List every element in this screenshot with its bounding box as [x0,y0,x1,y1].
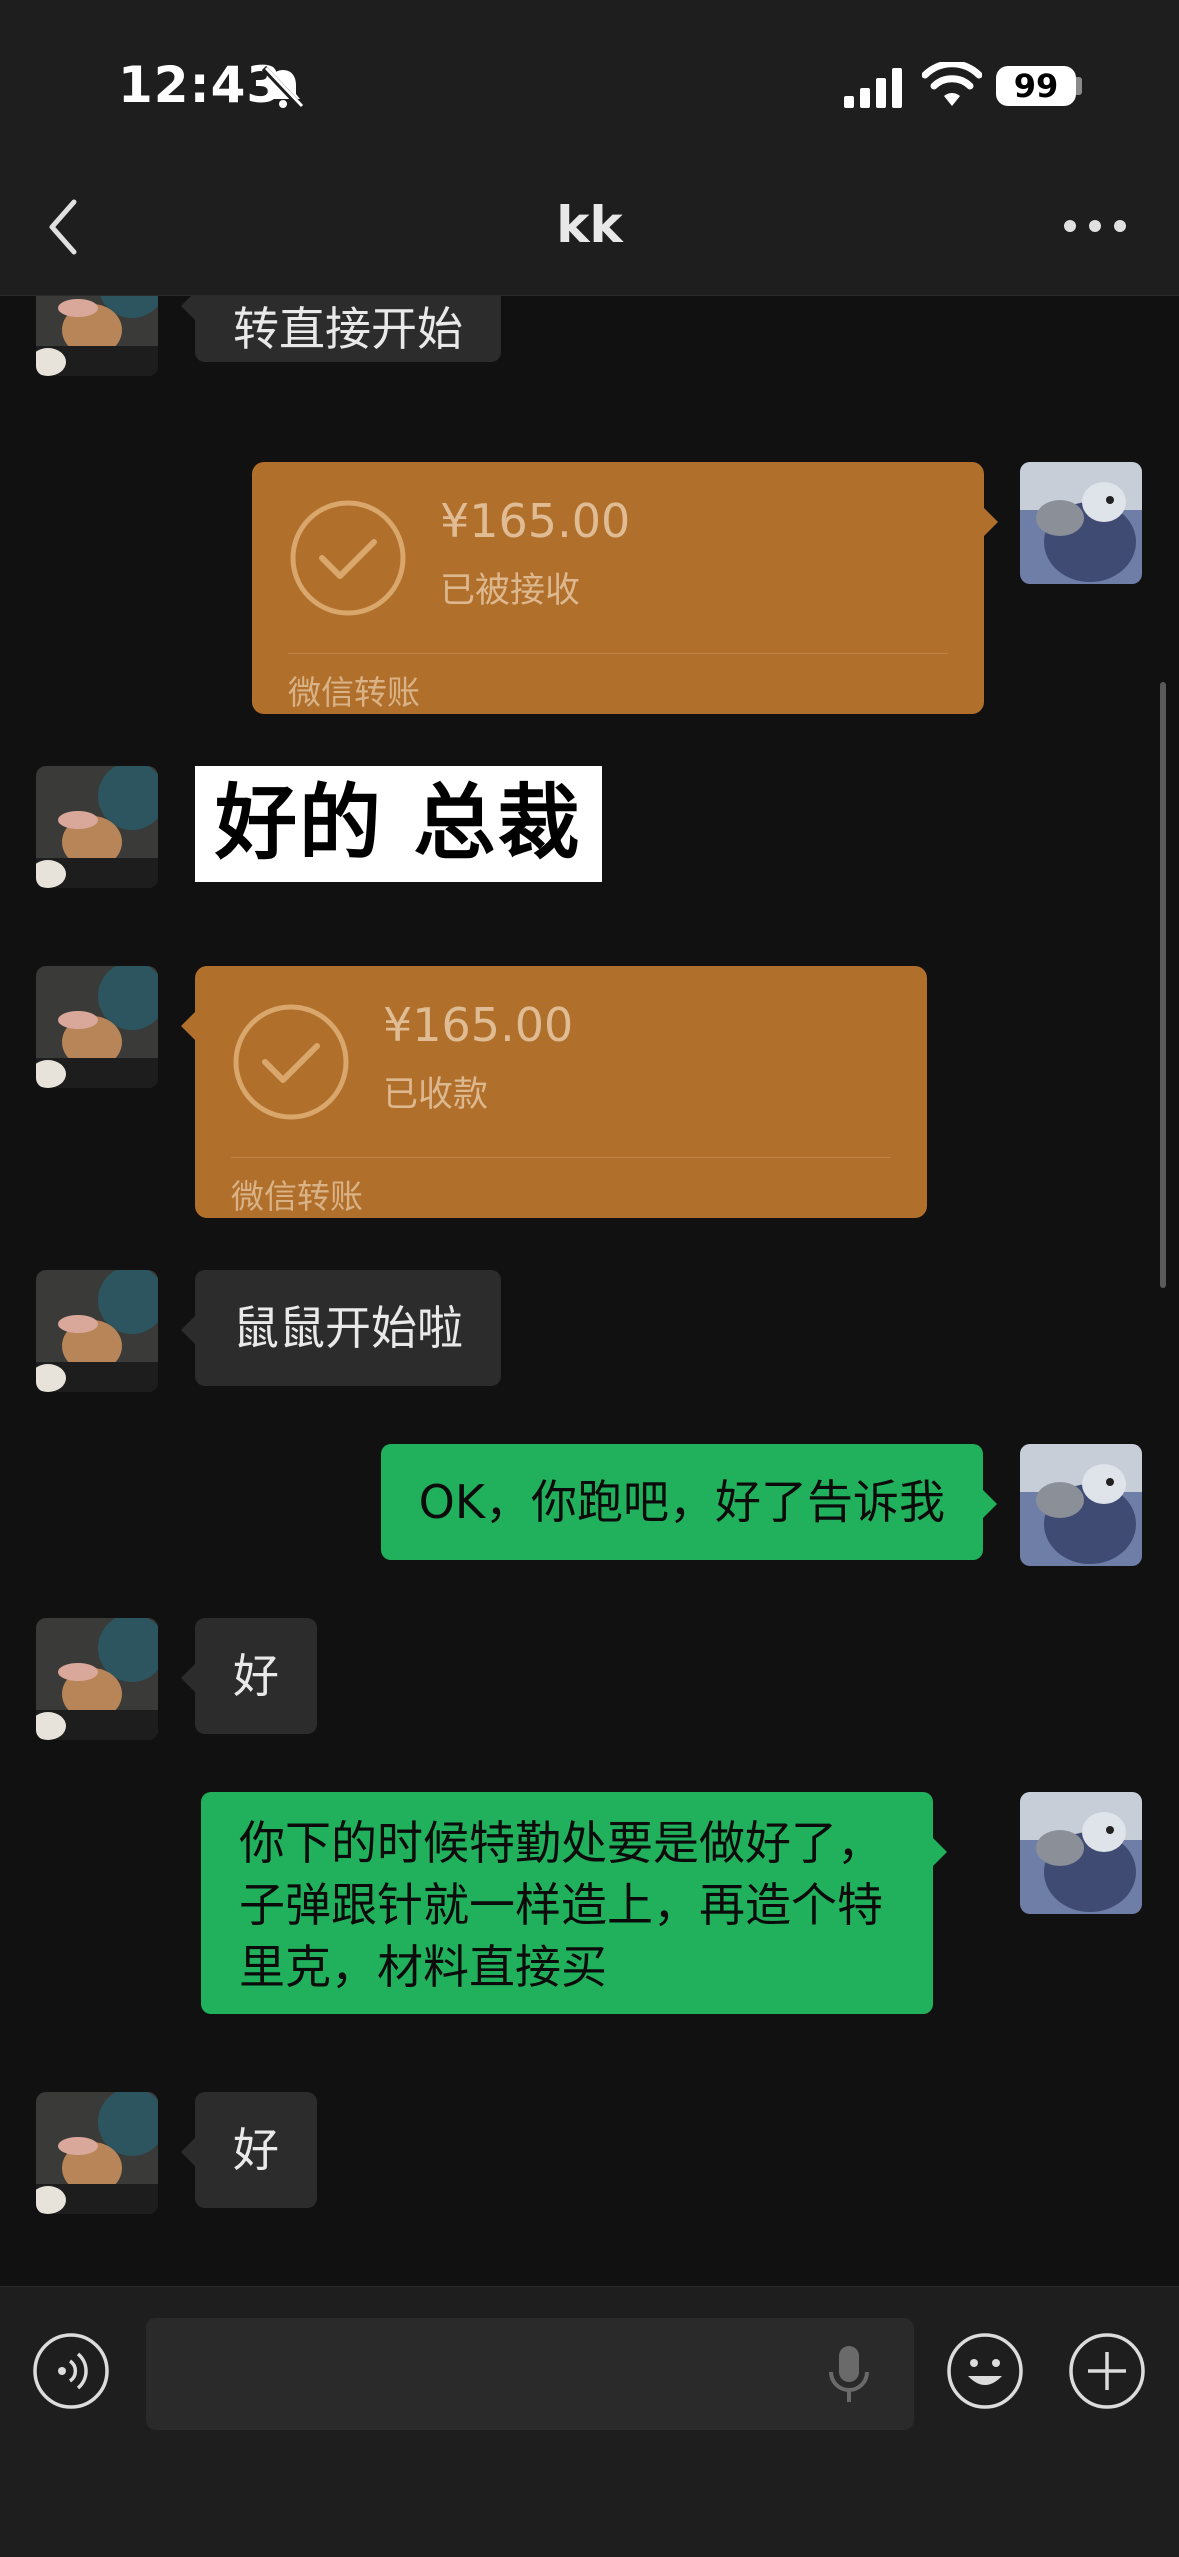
message-text: 好 [233,2123,279,2177]
check-circle-icon [290,500,406,616]
contact-avatar[interactable] [36,1270,158,1392]
chat-title: kk [556,196,623,254]
message-bubble[interactable]: 鼠鼠开始啦 [181,1270,501,1386]
message-text: 转直接开始 [233,302,463,356]
transfer-card[interactable]: ¥165.00 已被接收 微信转账 [252,462,998,714]
transfer-amount: ¥165.00 [440,494,631,548]
battery-cap [1076,77,1082,95]
contact-avatar[interactable] [36,1618,158,1740]
contact-avatar[interactable] [36,2092,158,2214]
message-text-line: 子弹跟针就一样造上，再造个特 [239,1878,883,1932]
transfer-label: 微信转账 [231,1177,363,1216]
battery-indicator: 99 [996,66,1076,106]
transfer-label: 微信转账 [288,673,420,712]
my-avatar[interactable] [1020,1792,1142,1914]
contact-avatar[interactable] [36,296,158,376]
wifi-icon [922,62,982,106]
microphone-icon[interactable] [824,2342,874,2408]
message-input[interactable] [146,2318,914,2430]
contact-avatar[interactable] [36,966,158,1088]
more-dots-icon[interactable] [1060,206,1130,246]
message-bubble[interactable]: 你下的时候特勤处要是做好了， 子弹跟针就一样造上，再造个特 里克，材料直接买 [201,1792,947,2014]
scrollbar[interactable] [1160,682,1166,1288]
message-row: 转直接开始 [0,296,1179,412]
contact-avatar[interactable] [36,766,158,888]
bell-muted-icon [261,65,305,111]
transfer-amount: ¥165.00 [383,998,574,1052]
signal-icon [844,68,902,108]
message-bubble[interactable]: OK，你跑吧，好了告诉我 [380,1444,998,1560]
message-text: 好 [233,1649,279,1703]
sticker-message[interactable]: 好的 总裁 [195,766,602,882]
message-text: OK，你跑吧，好了告诉我 [418,1475,945,1529]
message-text-line: 你下的时候特勤处要是做好了， [239,1816,883,1870]
plus-icon[interactable] [1068,2332,1146,2410]
voice-mode-icon[interactable] [32,2332,110,2410]
my-avatar[interactable] [1020,1444,1142,1566]
divider [231,1157,891,1158]
transfer-status: 已被接收 [440,571,581,611]
message-bubble[interactable]: 好 [181,2092,317,2208]
message-bubble[interactable]: 好 [181,1618,317,1734]
emoji-icon[interactable] [946,2332,1024,2410]
divider [288,653,948,654]
message-text: 鼠鼠开始啦 [233,1301,463,1355]
check-circle-icon [233,1004,349,1120]
message-text-line: 里克，材料直接买 [239,1940,607,1994]
my-avatar[interactable] [1020,462,1142,584]
transfer-status: 已收款 [383,1075,489,1115]
message-bubble[interactable]: 转直接开始 [181,296,501,362]
transfer-card[interactable]: ¥165.00 已收款 微信转账 [181,966,927,1218]
